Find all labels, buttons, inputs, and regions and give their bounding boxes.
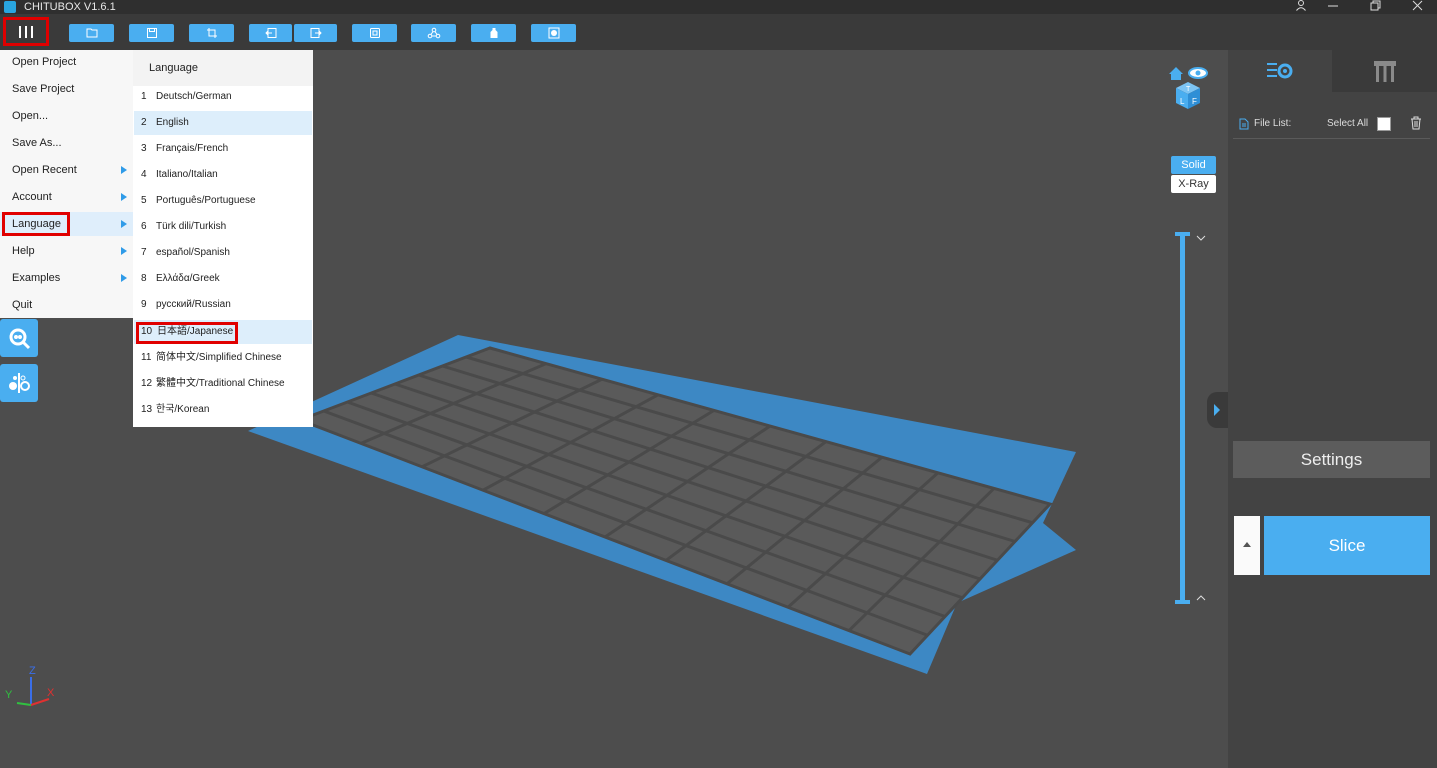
export-button[interactable]: [294, 24, 337, 42]
minimize-icon[interactable]: [1318, 0, 1348, 14]
submenu-header: Language: [133, 50, 313, 86]
auto-layout-button[interactable]: [189, 24, 234, 42]
app-logo-icon: [4, 1, 16, 13]
axis-z-label: Z: [29, 665, 36, 677]
crop-icon: [206, 28, 217, 38]
copy-icon: [369, 28, 380, 38]
file-list-header: File List: Select All: [1233, 113, 1430, 139]
save-icon: [146, 28, 157, 38]
svg-text:L: L: [1180, 97, 1185, 106]
axis-y-label: Y: [5, 689, 13, 701]
app-title: CHITUBOX V1.6.1: [24, 1, 116, 13]
home-icon[interactable]: [1169, 67, 1183, 80]
toolbar: [0, 14, 1437, 50]
view-cube[interactable]: T L F: [1166, 64, 1210, 112]
account-icon[interactable]: [1286, 0, 1316, 14]
language-item-simplified-chinese[interactable]: 11 简体中文/Simplified Chinese: [134, 346, 312, 370]
main-menu-button[interactable]: [3, 17, 49, 46]
menu-item-open-project[interactable]: Open Project: [0, 50, 133, 74]
file-icon: [1239, 118, 1249, 130]
submenu-arrow-icon: [121, 166, 127, 174]
language-item-spanish[interactable]: 7 español/Spanish: [134, 241, 312, 265]
restore-icon[interactable]: [1360, 0, 1390, 14]
language-item-english[interactable]: 2 English: [134, 111, 312, 135]
submenu-heading: Language: [149, 62, 198, 74]
language-item-traditional-chinese[interactable]: 12 繁體中文/Traditional Chinese: [134, 372, 312, 396]
file-list-label: File List:: [1254, 118, 1292, 129]
support-table-icon: [1374, 61, 1396, 82]
tab-supports[interactable]: [1332, 50, 1437, 92]
menu-item-open-recent[interactable]: Open Recent: [0, 158, 133, 182]
folder-icon: [86, 28, 97, 38]
svg-text:F: F: [1192, 97, 1197, 106]
mirror-icon: [9, 373, 30, 393]
language-highlight-box: [2, 212, 70, 236]
magnifier-icon: [9, 328, 31, 350]
language-item-greek[interactable]: 8 Ελλάδα/Greek: [134, 267, 312, 291]
menu-item-save-as[interactable]: Save As...: [0, 131, 133, 155]
japanese-highlight-box: [136, 322, 238, 344]
menu-item-examples[interactable]: Examples: [0, 266, 133, 290]
settings-button[interactable]: Settings: [1233, 441, 1430, 478]
square-circle-icon: [548, 27, 559, 39]
menu-item-help[interactable]: Help: [0, 239, 133, 263]
chevron-down-icon[interactable]: [1196, 235, 1206, 242]
hollow-button[interactable]: [471, 24, 516, 42]
boolean-button[interactable]: [531, 24, 576, 42]
chevron-right-icon: [1214, 404, 1220, 416]
language-item-russian[interactable]: 9 русский/Russian: [134, 293, 312, 317]
submenu-arrow-icon: [121, 247, 127, 255]
chevron-up-icon[interactable]: [1196, 594, 1206, 601]
slider-top-handle[interactable]: [1175, 232, 1190, 236]
slice-options-button[interactable]: [1234, 516, 1260, 575]
axis-indicator: Z X Y: [5, 665, 65, 712]
trash-icon[interactable]: [1410, 116, 1422, 130]
molecule-icon: [427, 27, 440, 39]
submenu-arrow-icon: [121, 193, 127, 201]
xray-mode-button[interactable]: X-Ray: [1171, 175, 1216, 193]
list-gear-icon: [1267, 63, 1293, 79]
menu-item-quit[interactable]: Quit: [0, 293, 133, 317]
zoom-view-button[interactable]: [0, 319, 38, 357]
title-bar: CHITUBOX V1.6.1: [0, 0, 1437, 14]
caret-up-icon: [1243, 542, 1251, 547]
main-menu: Open Project Save Project Open... Save A…: [0, 50, 133, 318]
copy-button[interactable]: [352, 24, 397, 42]
slice-button[interactable]: Slice: [1264, 516, 1430, 575]
export-icon: [310, 28, 322, 38]
import-icon: [264, 28, 276, 38]
slider-bottom-handle[interactable]: [1175, 600, 1190, 604]
language-item-korean[interactable]: 13 한국/Korean: [134, 398, 312, 422]
select-all-label: Select All: [1327, 118, 1369, 129]
menu-item-open[interactable]: Open...: [0, 104, 133, 128]
close-icon[interactable]: [1402, 0, 1432, 14]
select-all-checkbox[interactable]: [1377, 117, 1391, 131]
svg-text:T: T: [1186, 86, 1191, 93]
language-item-portuguese[interactable]: 5 Português/Portuguese: [134, 189, 312, 213]
submenu-arrow-icon: [121, 220, 127, 228]
language-submenu: Language 1 Deutsch/German 2 English 3 Franç…: [133, 50, 313, 427]
slider-track: [1180, 232, 1185, 604]
submenu-arrow-icon: [121, 274, 127, 282]
language-item-turkish[interactable]: 6 Türk dili/Turkish: [134, 215, 312, 239]
language-item-french[interactable]: 3 Français/French: [134, 137, 312, 161]
menu-item-account[interactable]: Account: [0, 185, 133, 209]
menu-item-save-project[interactable]: Save Project: [0, 77, 133, 101]
save-file-button[interactable]: [129, 24, 174, 42]
mirror-button[interactable]: [0, 364, 38, 402]
axis-x-label: X: [47, 687, 55, 699]
language-item-german[interactable]: 1 Deutsch/German: [134, 85, 312, 109]
bottle-icon: [490, 28, 497, 38]
import-button[interactable]: [249, 24, 292, 42]
tab-settings[interactable]: [1228, 50, 1332, 92]
language-item-italian[interactable]: 4 Italiano/Italian: [134, 163, 312, 187]
panel-collapse-handle[interactable]: [1207, 392, 1228, 428]
right-panel: [1228, 50, 1437, 768]
solid-mode-button[interactable]: Solid: [1171, 156, 1216, 174]
supports-button[interactable]: [411, 24, 456, 42]
open-file-button[interactable]: [69, 24, 114, 42]
